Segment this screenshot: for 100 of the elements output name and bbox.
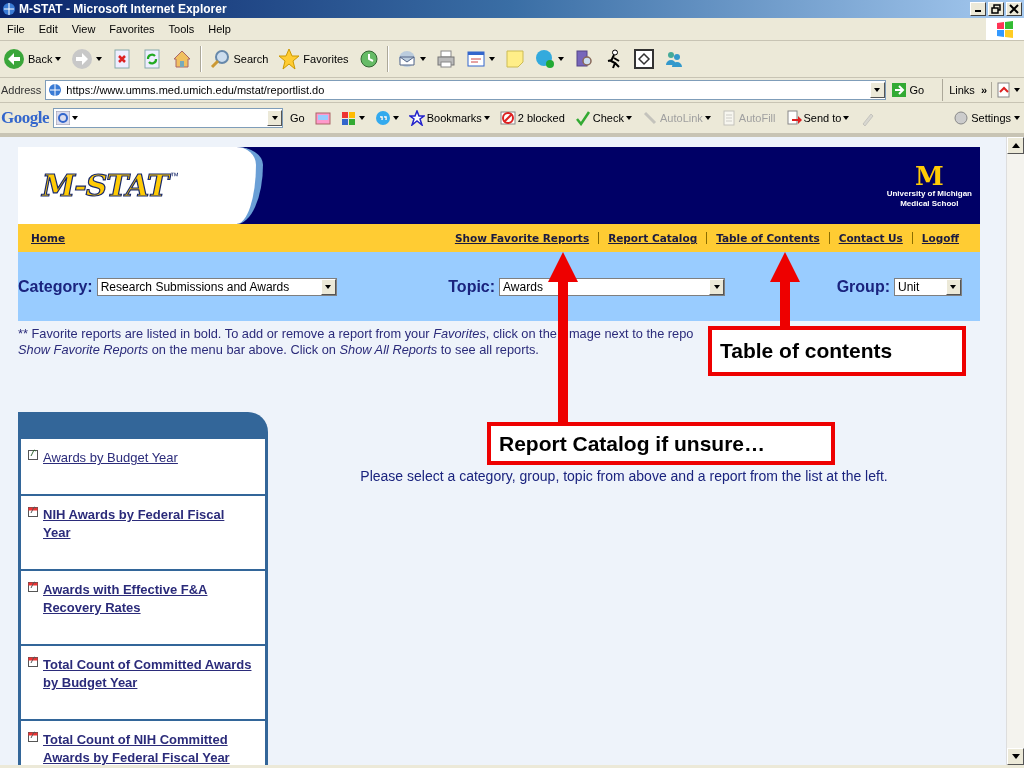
caret-icon <box>72 116 78 120</box>
filter-label: Topic: <box>448 277 496 296</box>
instruction-text: Please select a category, group, topic from above and a report from the list at the left. <box>360 468 888 486</box>
form-icon <box>720 110 737 126</box>
report-link[interactable]: Awards with Effective F&A Recovery Rates <box>43 581 253 617</box>
caret-icon <box>950 284 957 289</box>
stop-icon <box>112 49 133 69</box>
printer-icon <box>435 49 456 69</box>
go-button[interactable]: Go <box>287 112 308 124</box>
report-link[interactable]: Total Count of NIH Committed Awards by Federal Fiscal Year <box>43 731 253 765</box>
caret-icon <box>843 116 850 120</box>
scroll-up-button[interactable] <box>1007 137 1024 154</box>
down-arrow-icon <box>1011 754 1020 759</box>
callout: Report Catalog if unsure… <box>487 422 835 465</box>
book-search-icon <box>573 49 594 69</box>
blocked-button[interactable]: 2 blocked <box>496 110 568 126</box>
nav-link[interactable]: Show Favorite Reports <box>445 232 599 244</box>
caret-icon <box>557 57 564 61</box>
menu-item[interactable]: View <box>64 23 103 35</box>
favorite-marked-icon[interactable] <box>28 506 39 517</box>
back-button[interactable]: Back <box>1 44 64 74</box>
caret-icon <box>626 116 632 120</box>
two-people-icon <box>663 49 684 69</box>
back-icon <box>3 48 25 70</box>
menu-item[interactable]: Favorites <box>102 23 162 35</box>
caret-icon <box>55 57 62 61</box>
star-icon <box>278 48 301 70</box>
select-field[interactable]: Research Submissions and Awards <box>96 277 337 296</box>
links-label[interactable]: Links <box>949 84 975 96</box>
dropdown-button[interactable] <box>320 278 336 295</box>
minimize-button[interactable] <box>970 2 986 16</box>
star-icon <box>408 110 425 126</box>
scroll-down-button[interactable] <box>1007 748 1024 765</box>
caret-icon <box>271 116 278 120</box>
check-button[interactable]: Check <box>571 110 635 126</box>
blocked-popup-icon <box>499 110 516 126</box>
university-name: University of Michigan <box>886 188 972 199</box>
search-button[interactable]: Search <box>208 44 271 74</box>
address-field[interactable]: https://www.umms.med.umich.edu/mstat/reportlist.do <box>45 80 886 100</box>
search-field[interactable] <box>53 108 283 128</box>
close-button[interactable] <box>1006 2 1022 16</box>
select-field[interactable]: Unit <box>894 277 962 296</box>
favorite-marked-icon[interactable] <box>28 581 39 592</box>
settings-button[interactable]: Settings <box>948 110 1024 126</box>
menu-item[interactable]: File <box>0 23 32 35</box>
search-icon <box>210 49 231 69</box>
nav-link[interactable]: Contact Us <box>829 232 912 244</box>
favorite-marked-icon[interactable] <box>28 731 39 742</box>
dropdown-button[interactable] <box>946 278 961 295</box>
wand-icon <box>642 110 658 126</box>
more-chevron[interactable]: » <box>980 84 987 96</box>
note-text: Show Favorite Reports on the menu bar above. Click on Show All Reports to see all reports. <box>18 342 539 358</box>
caret-icon <box>713 284 720 289</box>
nav-link[interactable]: Table of Contents <box>707 232 829 244</box>
send-icon <box>785 110 802 126</box>
address-label: Address <box>1 84 42 96</box>
nav-link[interactable]: Home <box>22 232 75 244</box>
puzzle-icon <box>340 110 357 126</box>
calendar-icon <box>314 110 331 126</box>
close-icon <box>1009 4 1019 14</box>
favorites-button[interactable]: Favorites <box>276 44 351 74</box>
menu-item[interactable]: Edit <box>31 23 65 35</box>
clock-icon <box>358 49 379 69</box>
globe-icon <box>2 2 16 16</box>
send-button[interactable]: Send to <box>782 110 853 126</box>
report-link[interactable]: Awards by Budget Year <box>43 449 178 467</box>
go-button[interactable]: Go <box>889 83 939 97</box>
report-link[interactable]: NIH Awards by Federal Fiscal Year <box>43 506 253 542</box>
globe-icon <box>48 83 63 97</box>
dropdown-button[interactable] <box>869 82 885 98</box>
select-field[interactable]: Awards <box>499 277 726 296</box>
report-link[interactable]: Total Count of Committed Awards by Budget Year <box>43 656 253 692</box>
caret-icon <box>483 116 490 120</box>
caret-icon <box>1014 88 1020 92</box>
callout: Table of contents <box>708 326 966 376</box>
university-name: Medical School <box>900 198 959 209</box>
document-icon <box>996 82 1012 98</box>
window-title: M-STAT - Microsoft Internet Explorer <box>19 2 228 16</box>
up-arrow-icon <box>1011 143 1020 148</box>
vertical-scrollbar[interactable] <box>1006 137 1024 765</box>
nav-link[interactable]: Logoff <box>912 232 968 244</box>
menu-item[interactable]: Help <box>201 23 238 35</box>
restore-button[interactable] <box>988 2 1004 16</box>
settings-icon <box>954 111 969 125</box>
nav-link[interactable]: Report Catalog <box>599 232 707 244</box>
window-frame-icon <box>633 49 654 69</box>
restore-icon <box>991 4 1001 14</box>
star-button[interactable]: Bookmarks <box>405 110 493 126</box>
menu-item[interactable]: Tools <box>161 23 202 35</box>
speech-bubble-icon <box>374 110 391 126</box>
favorite-unmarked-icon[interactable] <box>28 449 39 460</box>
dropdown-button[interactable] <box>709 278 725 295</box>
filter-label: Group: <box>836 277 890 296</box>
arrow-icon <box>891 83 906 97</box>
document-icon <box>465 49 486 69</box>
windows-flag-icon <box>996 20 1014 38</box>
dropdown-button[interactable] <box>267 110 282 126</box>
forward-icon <box>71 48 94 70</box>
favorite-marked-icon[interactable] <box>28 656 39 667</box>
filter-label: Category: <box>18 277 93 296</box>
